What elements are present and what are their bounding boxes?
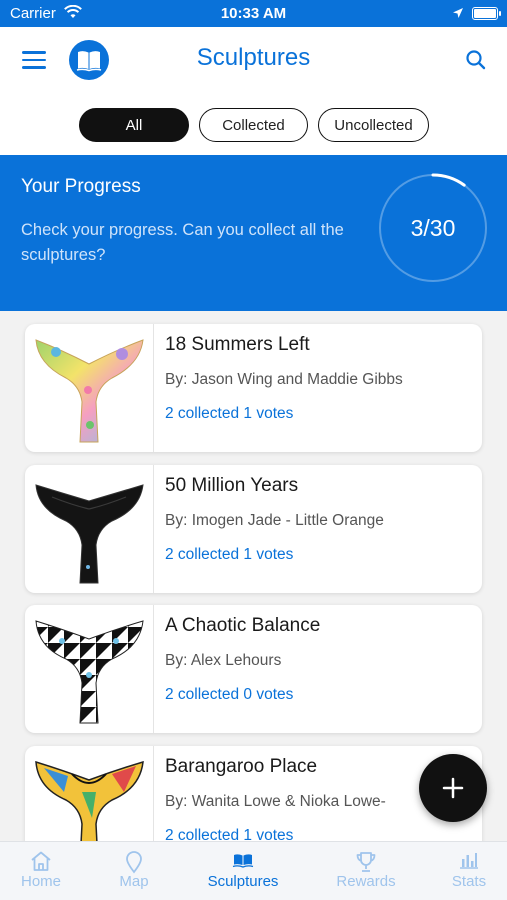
sculpture-stats: 2 collected 1 votes	[165, 405, 294, 422]
progress-title: Your Progress	[21, 176, 141, 197]
sculpture-card[interactable]: A Chaotic Balance By: Alex Lehours 2 col…	[25, 605, 482, 733]
whale-tail-image	[35, 620, 144, 724]
sculpture-thumbnail	[25, 465, 154, 593]
whale-tail-image	[35, 484, 144, 584]
home-icon	[31, 851, 51, 871]
tab-map[interactable]: Map	[93, 842, 175, 900]
bar-chart-icon	[460, 853, 478, 869]
sculpture-stats: 2 collected 1 votes	[165, 546, 294, 563]
whale-tail-image	[35, 760, 144, 841]
filter-bar: All Collected Uncollected	[0, 95, 507, 155]
sculpture-thumbnail	[25, 746, 154, 841]
tab-home[interactable]: Home	[0, 842, 82, 900]
trophy-icon	[356, 852, 376, 872]
add-button[interactable]	[419, 754, 487, 822]
book-icon	[232, 854, 254, 868]
tab-stats[interactable]: Stats	[430, 842, 507, 900]
tab-sculptures-label: Sculptures	[207, 873, 279, 890]
sculpture-artist: By: Wanita Lowe & Nioka Lowe-	[165, 793, 386, 810]
tab-rewards-label: Rewards	[336, 873, 396, 890]
sculpture-card[interactable]: 50 Million Years By: Imogen Jade - Littl…	[25, 465, 482, 593]
filter-collected-button[interactable]: Collected	[199, 108, 308, 142]
sculpture-stats: 2 collected 1 votes	[165, 827, 294, 841]
tab-stats-label: Stats	[451, 873, 487, 890]
sculpture-artist: By: Imogen Jade - Little Orange	[165, 512, 384, 529]
status-time: 10:33 AM	[220, 5, 287, 22]
sculpture-thumbnail	[25, 324, 154, 452]
status-bar: Carrier 10:33 AM	[0, 0, 507, 27]
sculpture-artist: By: Alex Lehours	[165, 652, 282, 669]
bottom-tab-bar: Home Map Sculptures Rewards Stats	[0, 841, 507, 900]
sculpture-stats: 2 collected 0 votes	[165, 686, 294, 703]
sculpture-name: A Chaotic Balance	[165, 615, 321, 636]
plus-icon	[442, 777, 464, 799]
top-navigation-bar: Sculptures	[0, 27, 507, 95]
page-title: Sculptures	[196, 44, 311, 71]
tab-map-label: Map	[119, 873, 149, 890]
search-icon[interactable]	[465, 49, 487, 76]
sculpture-artist: By: Jason Wing and Maddie Gibbs	[165, 371, 403, 388]
tab-rewards[interactable]: Rewards	[325, 842, 407, 900]
sculpture-name: 50 Million Years	[165, 475, 299, 496]
sculpture-name: Barangaroo Place	[165, 756, 318, 777]
sculpture-card[interactable]: 18 Summers Left By: Jason Wing and Maddi…	[25, 324, 482, 452]
whale-tail-image	[35, 339, 144, 443]
filter-uncollected-button[interactable]: Uncollected	[318, 108, 429, 142]
progress-count: 3/30	[410, 215, 456, 241]
sculpture-card[interactable]: Barangaroo Place By: Wanita Lowe & Nioka…	[25, 746, 482, 841]
sculpture-thumbnail	[25, 605, 154, 733]
location-arrow-icon	[452, 6, 464, 24]
map-pin-icon	[126, 851, 142, 874]
tab-home-label: Home	[20, 873, 61, 890]
sculpture-name: 18 Summers Left	[165, 334, 310, 355]
progress-panel: Your Progress Check your progress. Can y…	[0, 155, 507, 311]
battery-icon	[472, 7, 501, 20]
tab-sculptures[interactable]: Sculptures	[192, 842, 294, 900]
filter-all-button[interactable]: All	[79, 108, 189, 142]
progress-description: Check your progress. Can you collect all…	[21, 221, 344, 264]
